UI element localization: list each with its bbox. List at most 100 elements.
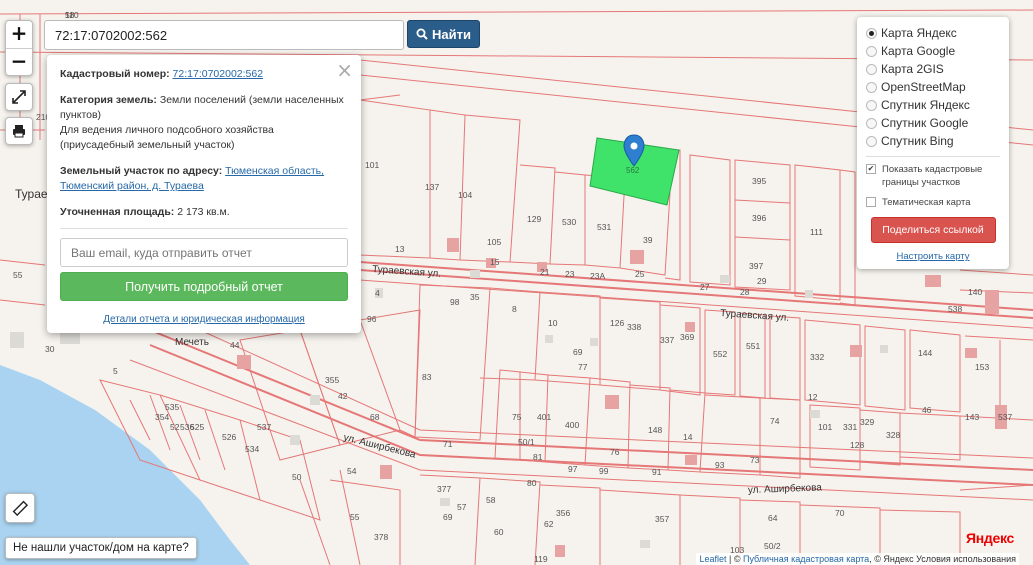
search-button-label: Найти (432, 26, 471, 42)
parcel-number: 104 (458, 190, 472, 200)
parcel-number: 338 (627, 322, 641, 332)
parcel-number: 64 (768, 513, 778, 523)
leaflet-link[interactable]: Leaflet (699, 554, 726, 564)
layer-option[interactable]: Спутник Google (866, 114, 1000, 132)
parcel-number: 25 (635, 269, 645, 279)
layer-option[interactable]: Спутник Bing (866, 132, 1000, 150)
parcel-number: 30 (45, 344, 55, 354)
parcel-number: 60 (494, 527, 504, 537)
layer-option[interactable]: Спутник Яндекс (866, 96, 1000, 114)
parcel-number: 5 (113, 366, 118, 376)
parcel-number: 57 (457, 502, 467, 512)
address-label: Земельный участок по адресу: (60, 165, 223, 177)
parcel-number: 144 (918, 348, 932, 358)
checkbox-checked-icon: ✔ (866, 164, 876, 174)
parcel-number: 83 (422, 372, 432, 382)
parcel-number: 535 (165, 402, 179, 412)
zoom-out-button[interactable]: − (6, 48, 32, 75)
parcel-number: 534 (245, 444, 259, 454)
parcel-number: 396 (752, 213, 766, 223)
not-found-button[interactable]: Не нашли участок/дом на карте? (5, 537, 197, 559)
parcel-number: 97 (568, 464, 578, 474)
parcel-number: 96 (367, 314, 377, 324)
parcel-number: 27 (700, 282, 710, 292)
parcel-number: 105 (487, 237, 501, 247)
parcel-number: 54 (347, 466, 357, 476)
zoom-in-button[interactable]: + (6, 21, 32, 48)
close-icon[interactable]: × (336, 58, 353, 82)
parcel-number: 69 (443, 512, 453, 522)
parcel-number: 4 (375, 288, 380, 298)
ruler-button[interactable] (5, 493, 35, 523)
radio-icon (866, 117, 877, 129)
parcel-number: 377 (437, 484, 451, 494)
radio-icon (866, 63, 877, 75)
parcel-number: 55 (13, 270, 23, 280)
parcel-number: 397 (749, 261, 763, 271)
area-value: 2 173 кв.м. (177, 206, 230, 218)
parcel-number: 526 (222, 432, 236, 442)
cadastral-number-link[interactable]: 72:17:0702002:562 (173, 68, 264, 80)
parcel-number: 50/2 (764, 541, 781, 551)
layer-option[interactable]: Карта Яндекс (866, 24, 1000, 42)
print-button[interactable] (5, 117, 33, 145)
email-field[interactable] (60, 238, 348, 267)
parcel-number: 128 (850, 440, 864, 450)
cadastral-label: Кадастровый номер: (60, 68, 170, 80)
parcel-number: 68 (370, 412, 380, 422)
thematic-map-checkbox[interactable]: Тематическая карта (866, 196, 1000, 209)
parcel-number: 537 (998, 412, 1012, 422)
parcel-number: 525 (190, 422, 204, 432)
parcel-number: 8 (512, 304, 517, 314)
setup-map-link[interactable]: Настроить карту (866, 251, 1000, 262)
report-details-link[interactable]: Детали отчета и юридическая информация (60, 314, 348, 325)
parcel-number: 378 (374, 532, 388, 542)
layers-panel: Карта Яндекс Карта Google Карта 2GIS OpenSt… (857, 17, 1009, 269)
fullscreen-button[interactable] (5, 83, 33, 111)
parcel-number: 101 (365, 160, 379, 170)
thematic-map-label: Тематическая карта (882, 197, 971, 208)
search-button[interactable]: Найти (407, 20, 480, 48)
layer-option[interactable]: Карта 2GIS (866, 60, 1000, 78)
show-borders-checkbox[interactable]: ✔ Показать кадастровые границы участков (866, 163, 1000, 189)
usage-value: Для ведения личного подсобного хозяйства… (60, 124, 274, 151)
parcel-number: 395 (752, 176, 766, 186)
parcel-number: 44 (230, 340, 240, 350)
selected-parcel-label: 562 (626, 166, 640, 175)
share-link-button[interactable]: Поделиться ссылкой (870, 217, 996, 243)
parcel-number: 13 (395, 244, 405, 254)
divider (866, 156, 1000, 157)
expand-icon (12, 90, 26, 104)
zoom-control: + − (5, 20, 33, 76)
place-label: Мечеть (175, 337, 209, 348)
layer-option[interactable]: Карта Google (866, 42, 1000, 60)
parcel-number: 93 (715, 460, 725, 470)
pkk-link[interactable]: Публичная кадастровая карта (743, 554, 869, 564)
parcel-number: 119 (534, 554, 548, 564)
parcel-number: 70 (835, 508, 845, 518)
parcel-number: 58 (486, 495, 496, 505)
layer-option-label: Спутник Яндекс (881, 98, 970, 112)
parcel-number: 74 (770, 416, 780, 426)
parcel-number: 355 (325, 375, 339, 385)
layer-option[interactable]: OpenStreetMap (866, 78, 1000, 96)
parcel-number: 55 (350, 512, 360, 522)
search-input[interactable] (44, 20, 404, 50)
get-report-button[interactable]: Получить подробный отчет (60, 272, 348, 301)
parcel-number: 153 (975, 362, 989, 372)
parcel-number: 15 (490, 257, 500, 267)
parcel-number: 98 (450, 297, 460, 307)
parcel-number: 551 (746, 341, 760, 351)
parcel-number: 69 (573, 347, 583, 357)
parcel-number: 538 (948, 304, 962, 314)
layer-option-label: Спутник Google (881, 116, 969, 130)
search-icon (416, 28, 428, 40)
parcel-number: 50 (292, 472, 302, 482)
parcel-number: 530 (562, 217, 576, 227)
parcel-number: 111 (810, 227, 823, 237)
category-label: Категория земель: (60, 94, 157, 106)
layer-option-label: OpenStreetMap (881, 80, 966, 94)
printer-icon (13, 125, 25, 138)
area-label: Уточненная площадь: (60, 206, 175, 218)
parcel-info-popup: × Кадастровый номер: 72:17:0702002:562 К… (47, 55, 361, 333)
